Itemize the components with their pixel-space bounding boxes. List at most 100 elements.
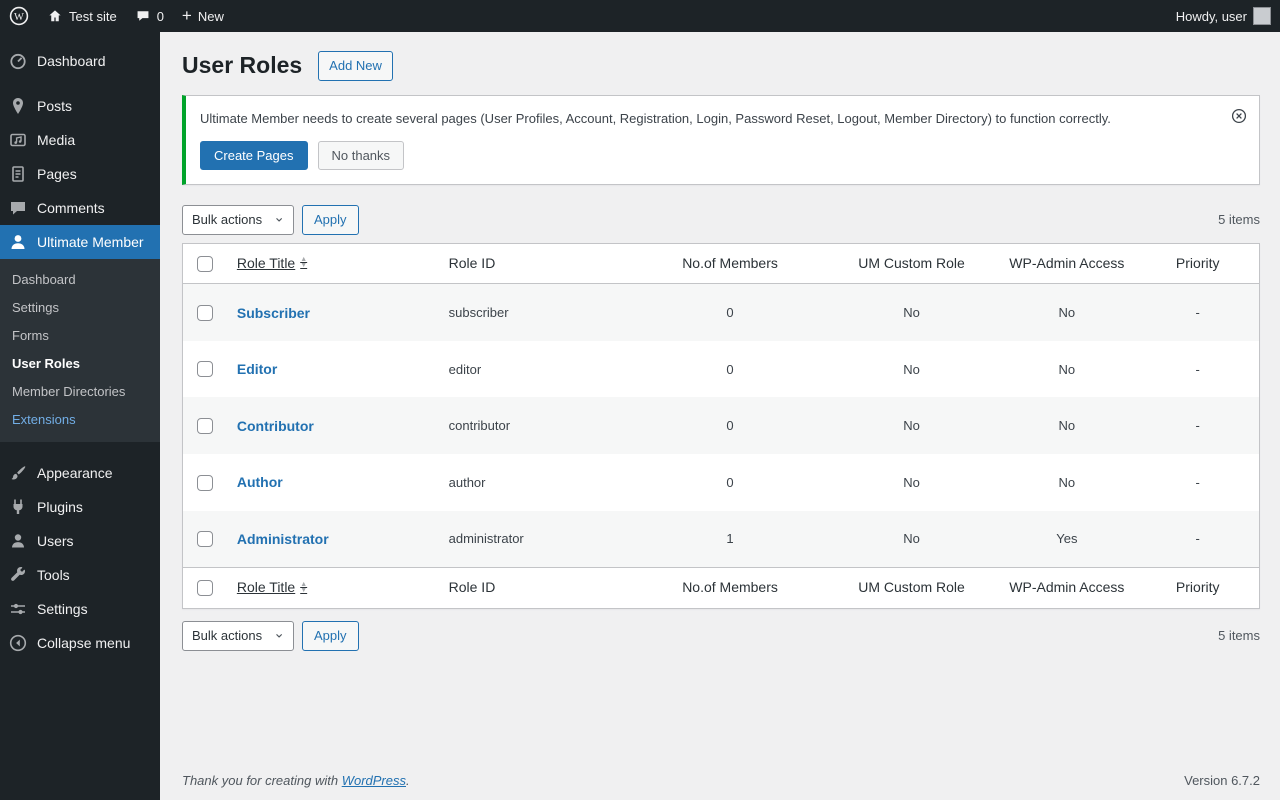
submenu-item-user-roles[interactable]: User Roles	[0, 350, 160, 378]
sort-arrows-icon: ▲ ▼	[300, 580, 308, 594]
column-header-admin-access: WP-Admin Access	[997, 243, 1137, 285]
sidebar-item-media[interactable]: Media	[0, 123, 160, 157]
bulk-actions-select[interactable]: Bulk actions	[182, 620, 294, 651]
um-pages-notice: Ultimate Member needs to create several …	[182, 95, 1260, 185]
members-cell: 0	[726, 418, 734, 434]
submenu-item-settings[interactable]: Settings	[0, 294, 160, 322]
role-title-link[interactable]: Author	[237, 474, 283, 490]
submenu-item-forms[interactable]: Forms	[0, 322, 160, 350]
pin-icon	[8, 96, 28, 116]
sidebar-item-comments[interactable]: Comments	[0, 191, 160, 225]
row-checkbox[interactable]	[196, 417, 213, 434]
submenu-item-member-directories[interactable]: Member Directories	[0, 378, 160, 406]
user-roles-table: Role Title ▲ ▼ Role ID No.of Members UM C…	[182, 242, 1260, 609]
howdy-label: Howdy, user	[1175, 8, 1247, 24]
column-header-admin-access: WP-Admin Access	[997, 567, 1137, 609]
close-circle-icon	[1231, 109, 1247, 127]
footer-thank-you-text: Thank you for creating with	[182, 773, 339, 788]
submenu-item-dashboard[interactable]: Dashboard	[0, 266, 160, 294]
sidebar-item-label: Collapse menu	[37, 635, 131, 651]
page-header: User Roles Add New	[182, 42, 1260, 87]
apply-button[interactable]: Apply	[302, 204, 359, 235]
members-cell: 0	[726, 474, 734, 490]
row-checkbox[interactable]	[196, 361, 213, 378]
add-new-button[interactable]: Add New	[318, 51, 393, 82]
sidebar-item-users[interactable]: Users	[0, 524, 160, 558]
admin-bar: W Test site 0 + New Howdy, user	[0, 0, 1280, 32]
role-title-link[interactable]: Contributor	[237, 418, 314, 434]
apply-button[interactable]: Apply	[302, 620, 359, 651]
role-title-link[interactable]: Subscriber	[237, 305, 310, 321]
sidebar: Dashboard Posts Media Pages Comments Ult…	[0, 32, 160, 800]
sidebar-item-plugins[interactable]: Plugins	[0, 490, 160, 524]
row-checkbox[interactable]	[196, 474, 213, 491]
column-header-custom-role: UM Custom Role	[825, 243, 998, 285]
admin-access-cell: No	[1058, 418, 1076, 434]
priority-cell: -	[1195, 531, 1200, 547]
sidebar-item-label: Comments	[37, 200, 105, 216]
custom-role-cell: No	[903, 474, 920, 490]
sort-role-title-link[interactable]: Role Title ▲ ▼	[237, 578, 307, 598]
wordpress-link[interactable]: WordPress	[342, 773, 406, 788]
select-all-checkbox[interactable]	[196, 580, 213, 597]
no-thanks-button[interactable]: No thanks	[317, 140, 405, 170]
page-title: User Roles	[182, 52, 303, 79]
admin-access-cell: No	[1058, 305, 1076, 321]
brush-icon	[8, 463, 28, 483]
new-content-button[interactable]: + New	[173, 0, 233, 32]
comment-bubble-icon	[135, 8, 151, 24]
sidebar-item-pages[interactable]: Pages	[0, 157, 160, 191]
footer: Thank you for creating with WordPress. V…	[160, 763, 1280, 800]
sidebar-item-posts[interactable]: Posts	[0, 89, 160, 123]
sort-arrows-icon: ▲ ▼	[300, 256, 308, 270]
ultimate-member-submenu: Dashboard Settings Forms User Roles Memb…	[0, 259, 160, 442]
sidebar-item-label: Ultimate Member	[37, 234, 144, 250]
footer-suffix: .	[406, 773, 410, 788]
row-checkbox[interactable]	[196, 304, 213, 321]
role-title-link[interactable]: Administrator	[237, 531, 329, 547]
footer-thank-you: Thank you for creating with WordPress.	[182, 773, 410, 788]
account-menu[interactable]: Howdy, user	[1167, 0, 1280, 32]
sidebar-item-label: Settings	[37, 601, 88, 617]
role-id-cell: editor	[448, 361, 482, 377]
table-row: Editor editor 0 No No -	[183, 341, 1260, 398]
priority-cell: -	[1195, 474, 1200, 490]
sort-role-title-link[interactable]: Role Title ▲ ▼	[237, 254, 307, 274]
row-checkbox[interactable]	[196, 531, 213, 548]
bulk-actions-select-wrap: Bulk actions	[182, 204, 294, 235]
sidebar-item-tools[interactable]: Tools	[0, 558, 160, 592]
user-icon	[8, 232, 28, 252]
sidebar-item-settings[interactable]: Settings	[0, 592, 160, 626]
sidebar-item-appearance[interactable]: Appearance	[0, 456, 160, 490]
content-wrap: User Roles Add New Ultimate Member needs…	[160, 32, 1280, 651]
sidebar-item-ultimate-member[interactable]: Ultimate Member	[0, 225, 160, 259]
collapse-icon	[8, 633, 28, 653]
wordpress-logo-icon[interactable]: W	[0, 0, 38, 32]
submenu-item-extensions[interactable]: Extensions	[0, 406, 160, 434]
role-title-link[interactable]: Editor	[237, 361, 277, 377]
table-footer-row: Role Title ▲ ▼ Role ID No.of Members UM C…	[182, 567, 1260, 609]
custom-role-cell: No	[903, 305, 920, 321]
collapse-menu-button[interactable]: Collapse menu	[0, 626, 160, 660]
notice-buttons: Create Pages No thanks	[200, 140, 1215, 170]
table-header-row: Role Title ▲ ▼ Role ID No.of Members UM C…	[182, 243, 1260, 285]
role-id-cell: administrator	[448, 531, 524, 547]
sidebar-item-dashboard[interactable]: Dashboard	[0, 44, 160, 78]
role-id-cell: contributor	[448, 418, 511, 434]
svg-text:W: W	[14, 12, 24, 23]
members-cell: 0	[726, 305, 734, 321]
comments-shortcut[interactable]: 0	[126, 0, 173, 32]
bulk-actions-select[interactable]: Bulk actions	[182, 204, 294, 235]
select-all-checkbox[interactable]	[196, 255, 213, 272]
column-header-role-id: Role ID	[438, 243, 635, 285]
dismiss-notice-button[interactable]	[1229, 106, 1249, 129]
admin-access-cell: No	[1058, 474, 1076, 490]
sidebar-item-label: Pages	[37, 166, 77, 182]
create-pages-button[interactable]: Create Pages	[200, 140, 308, 170]
priority-cell: -	[1195, 305, 1200, 321]
column-header-priority: Priority	[1136, 243, 1260, 285]
comments-count: 0	[156, 8, 164, 24]
role-id-cell: author	[448, 474, 486, 490]
site-name-link[interactable]: Test site	[38, 0, 126, 32]
custom-role-cell: No	[903, 531, 920, 547]
